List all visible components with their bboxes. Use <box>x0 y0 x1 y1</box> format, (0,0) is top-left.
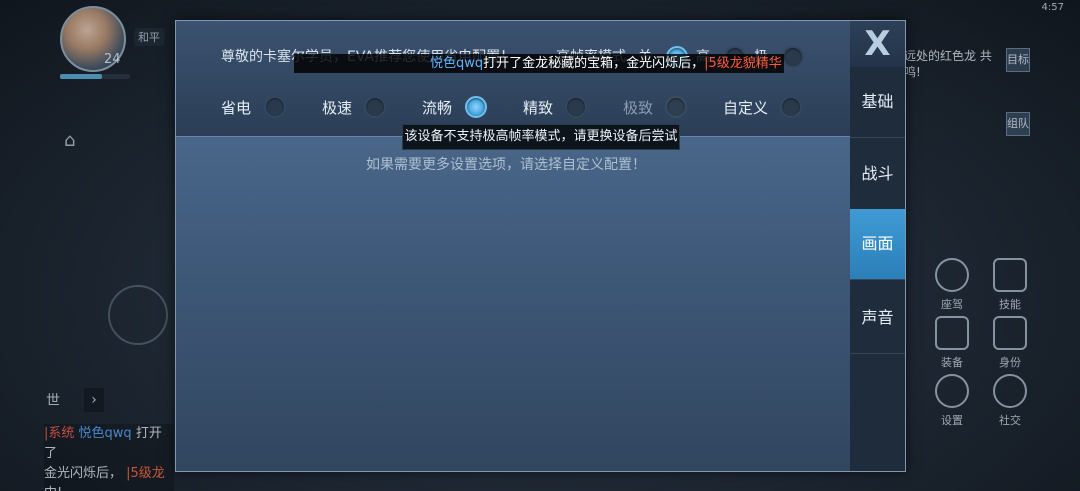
custom-config-hint: 如果需要更多设置选项，请选择自定义配置！ <box>366 157 646 173</box>
broadcast-item[interactable]: |5级龙貌精华 <box>704 56 782 71</box>
settings-header <box>176 21 850 136</box>
team-tab[interactable]: 组队 <box>1006 112 1030 136</box>
preset-speed-radio[interactable] <box>364 96 386 118</box>
tab-graphics[interactable]: 画面 <box>850 209 905 280</box>
xp-bar <box>60 74 130 79</box>
social-label: 社交 <box>999 414 1021 427</box>
target-tab[interactable]: 目标 <box>1006 48 1030 72</box>
settings-button[interactable]: 设置 <box>932 374 972 428</box>
preset-ultra-radio <box>665 96 687 118</box>
quest-tracker-text[interactable]: 远处的红色龙 共鸣! <box>904 48 994 80</box>
mount-icon <box>935 258 969 292</box>
skills-icon <box>993 258 1027 292</box>
chat-item-link[interactable]: |5级龙 <box>126 466 165 481</box>
social-button[interactable]: 社交 <box>990 374 1030 428</box>
preset-speed-label: 极速 <box>322 99 353 117</box>
preset-power-saving-label: 省电 <box>221 99 252 117</box>
preset-fine-label: 精致 <box>523 99 554 117</box>
mount-label: 座驾 <box>941 298 963 311</box>
equipment-button[interactable]: 装备 <box>932 316 972 370</box>
broadcast-text: 打开了金龙秘藏的宝箱，金光闪烁后， <box>483 56 705 71</box>
identity-label: 身份 <box>999 356 1021 369</box>
chat-log[interactable]: |系统 悦色qwq 打开了 金光闪烁后， |5级龙 中! <box>44 424 174 491</box>
chat-player-name[interactable]: 悦色qwq <box>79 426 132 441</box>
chat-system-tag: |系统 <box>44 426 75 441</box>
skills-button[interactable]: 技能 <box>990 258 1030 312</box>
home-icon[interactable]: ⌂ <box>64 130 86 152</box>
close-button[interactable]: X <box>850 21 905 67</box>
chat-channel-label[interactable]: 世 <box>46 390 60 410</box>
status-time: 4:57 <box>1041 2 1064 13</box>
unsupported-fps-tooltip: 该设备不支持极高帧率模式，请更换设备后尝试 <box>402 124 680 150</box>
settings-label: 设置 <box>941 414 963 427</box>
preset-power-saving-radio[interactable] <box>264 96 286 118</box>
xp-bar-fill <box>60 74 102 79</box>
broadcast-player-name[interactable]: 悦色qwq <box>430 56 483 71</box>
system-broadcast: 悦色qwq打开了金龙秘藏的宝箱，金光闪烁后，|5级龙貌精华 <box>294 54 784 73</box>
tab-combat[interactable]: 战斗 <box>850 139 905 210</box>
virtual-joystick[interactable] <box>108 285 168 345</box>
tab-basic[interactable]: 基础 <box>850 67 905 138</box>
preset-fine-radio[interactable] <box>565 96 587 118</box>
preset-custom-label: 自定义 <box>723 99 769 117</box>
preset-ultra-label: 极致 <box>623 99 654 117</box>
preset-smooth-radio[interactable] <box>465 96 487 118</box>
chat-expand-button[interactable]: › <box>84 388 104 412</box>
player-tag: 和平 <box>134 28 164 46</box>
player-level: 24 <box>104 52 121 67</box>
settings-dialog: 尊敬的卡塞尔学员，EVA推荐您使用省电配置！ 高帧率模式 关 高 极 省电 极速… <box>175 20 906 472</box>
equipment-label: 装备 <box>941 356 963 369</box>
preset-custom-radio[interactable] <box>780 96 802 118</box>
preset-smooth-label: 流畅 <box>422 99 453 117</box>
skills-label: 技能 <box>999 298 1021 311</box>
tab-sound[interactable]: 声音 <box>850 283 905 354</box>
gear-icon <box>935 374 969 408</box>
chat-text: 金光闪烁后， <box>44 466 123 481</box>
equipment-icon <box>935 316 969 350</box>
settings-tab-bar: 基础 战斗 画面 声音 <box>850 67 905 471</box>
identity-icon <box>993 316 1027 350</box>
game-screen: 24 和平 ⌂ 世 › |系统 悦色qwq 打开了 金光闪烁后， |5级龙 中!… <box>0 0 1080 491</box>
social-icon <box>993 374 1027 408</box>
chat-text: 中! <box>44 486 62 491</box>
identity-button[interactable]: 身份 <box>990 316 1030 370</box>
mount-button[interactable]: 座驾 <box>932 258 972 312</box>
fps-option-extreme-radio[interactable] <box>782 46 804 68</box>
